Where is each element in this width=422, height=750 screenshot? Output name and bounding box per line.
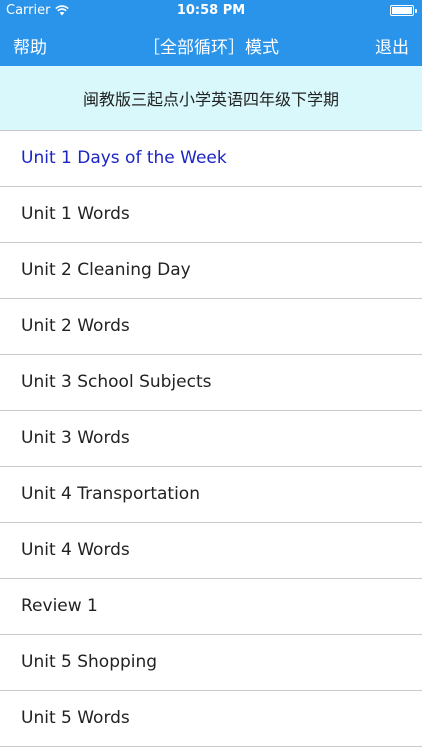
list-item-review-1[interactable]: Review 1 — [0, 579, 422, 635]
list-item-unit-5-shopping[interactable]: Unit 5 Shopping — [0, 635, 422, 691]
list-item-unit-3-words[interactable]: Unit 3 Words — [0, 411, 422, 467]
battery-fill — [392, 7, 412, 14]
unit-list: Unit 1 Days of the Week Unit 1 Words Uni… — [0, 131, 422, 747]
mode-title: ［全部循环］模式 — [143, 38, 279, 58]
list-item-unit-2-words[interactable]: Unit 2 Words — [0, 299, 422, 355]
status-time: 10:58 PM — [176, 3, 246, 18]
list-item-unit-1-days-of-the-week[interactable]: Unit 1 Days of the Week — [0, 131, 422, 187]
list-item-unit-4-words[interactable]: Unit 4 Words — [0, 523, 422, 579]
list-item-unit-2-cleaning-day[interactable]: Unit 2 Cleaning Day — [0, 243, 422, 299]
list-item-unit-3-school-subjects[interactable]: Unit 3 School Subjects — [0, 355, 422, 411]
status-bar: Carrier 10:58 PM — [0, 0, 422, 22]
list-item-unit-1-words[interactable]: Unit 1 Words — [0, 187, 422, 243]
nav-bar: 帮助 ［全部循环］模式 退出 — [0, 22, 422, 66]
book-title: 闽教版三起点小学英语四年级下学期 — [0, 66, 422, 131]
exit-button[interactable]: 退出 — [375, 33, 409, 58]
header: Carrier 10:58 PM 帮助 ［全部循环］模式 退出 — [0, 0, 422, 66]
list-item-unit-4-transportation[interactable]: Unit 4 Transportation — [0, 467, 422, 523]
app-screen: Carrier 10:58 PM 帮助 ［全部循环］模式 退出 闽教版三起点小学… — [0, 0, 422, 750]
battery-icon — [390, 5, 417, 16]
list-item-unit-5-words[interactable]: Unit 5 Words — [0, 691, 422, 747]
